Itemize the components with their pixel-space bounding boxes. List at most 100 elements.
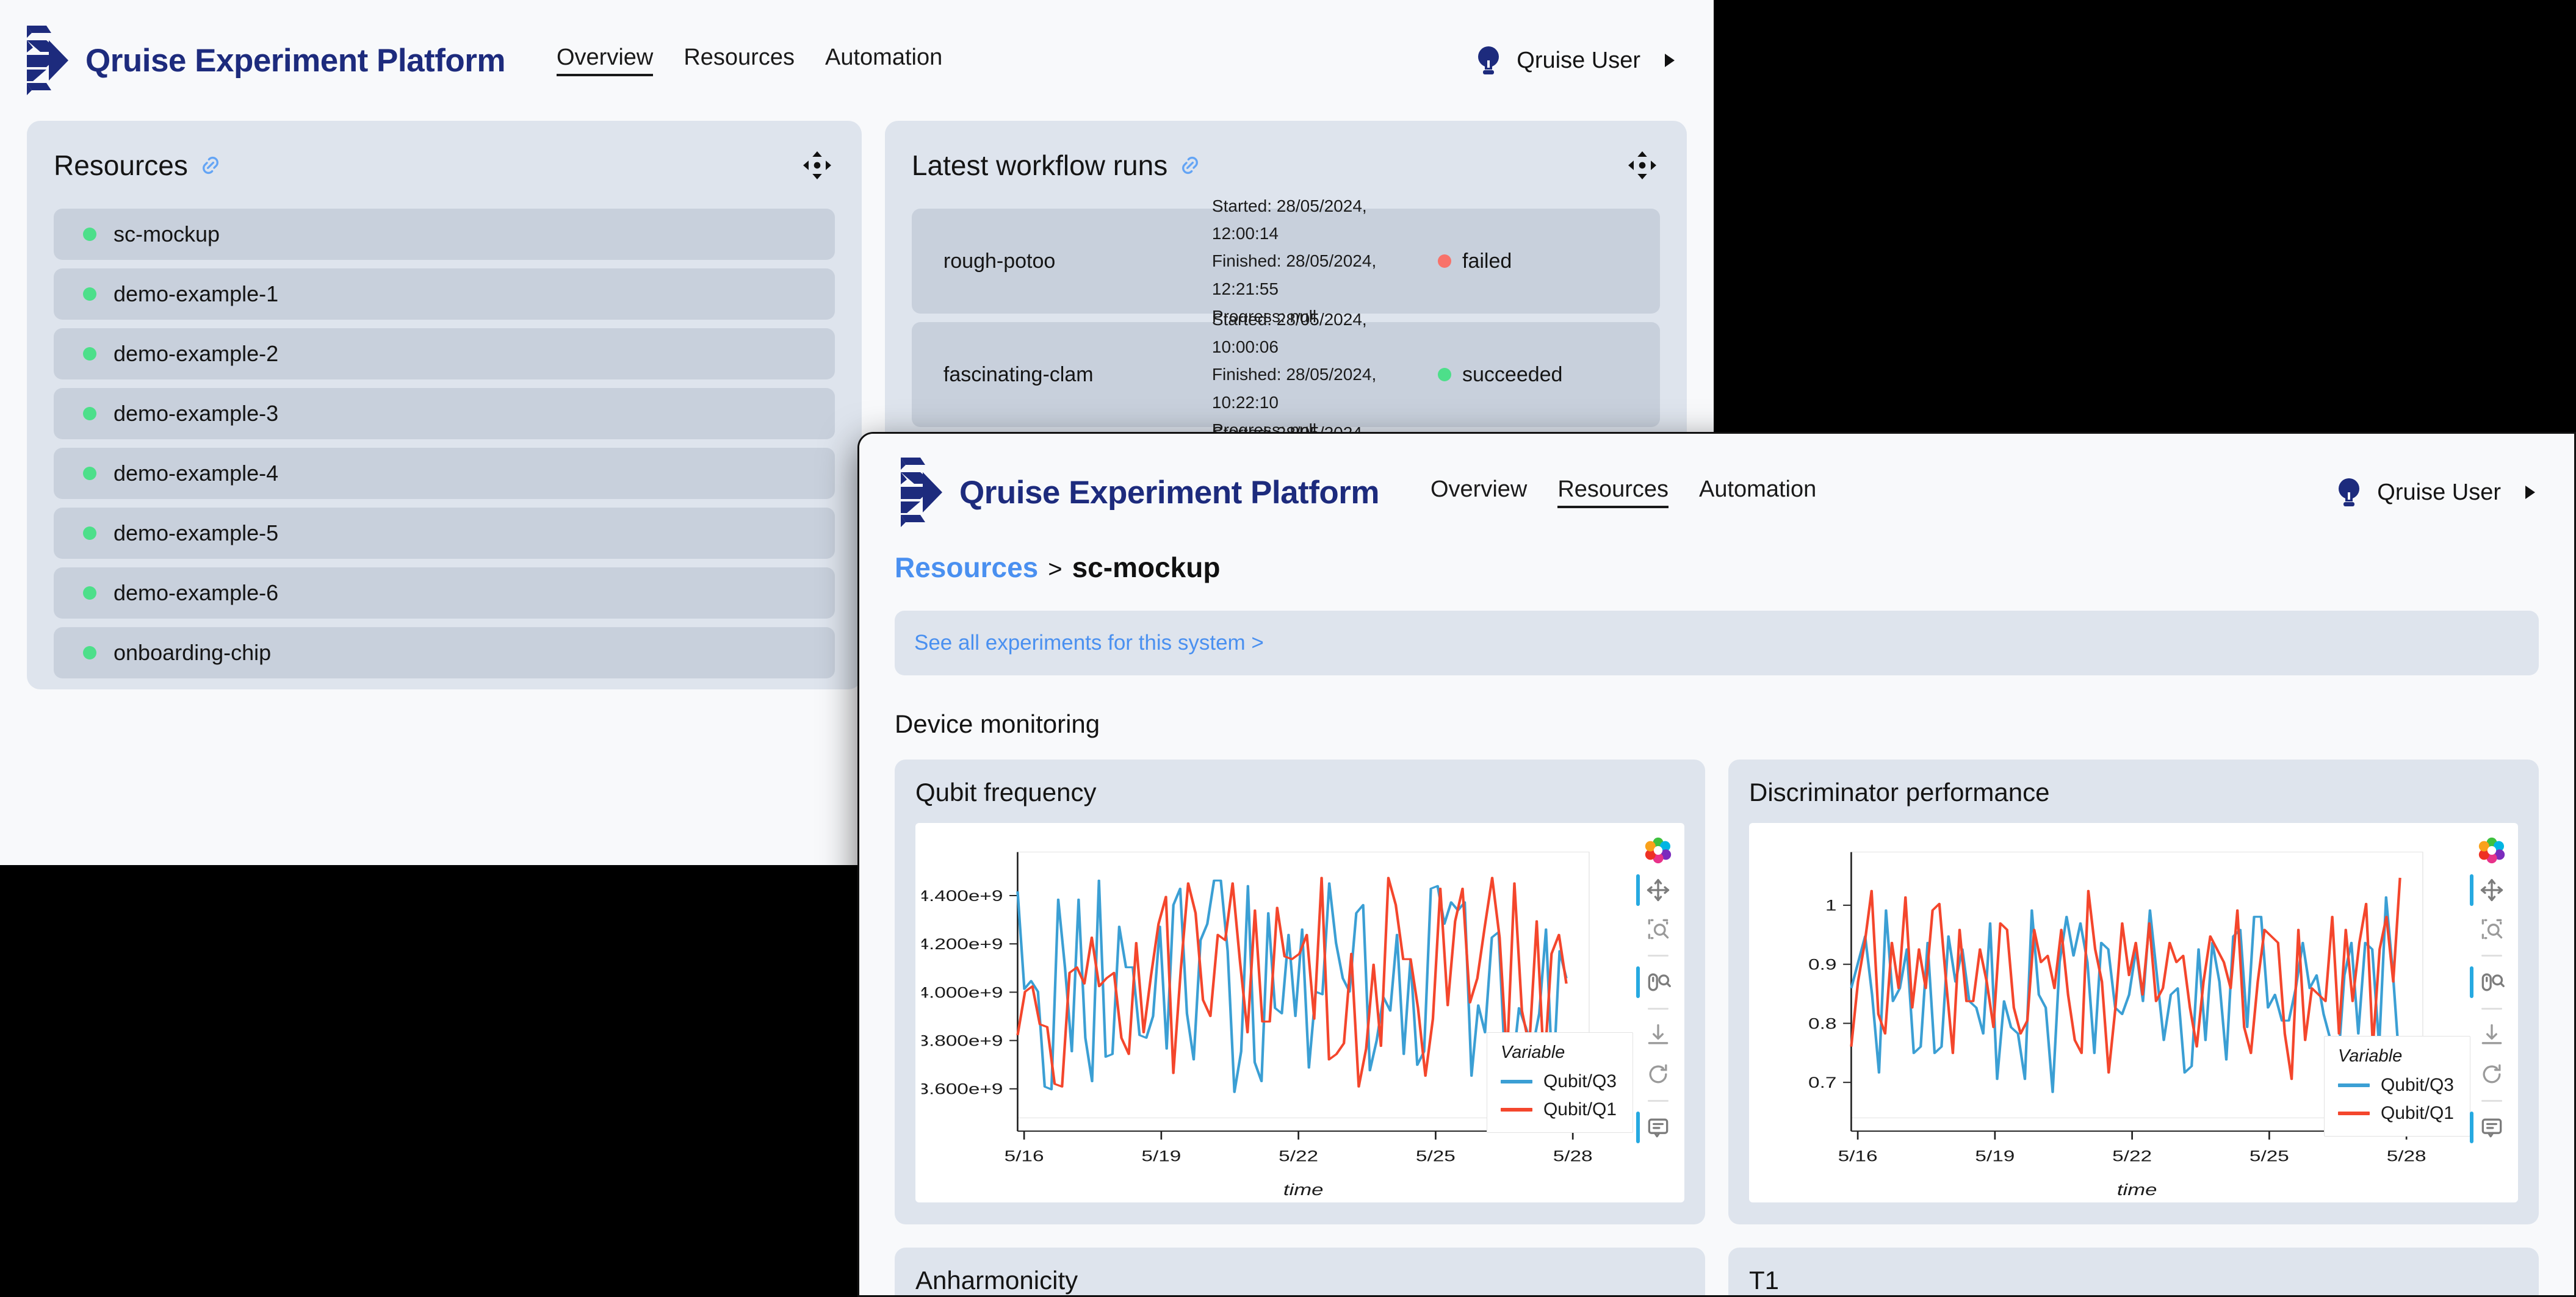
list-item[interactable]: demo-example-2 xyxy=(54,328,835,379)
chart-legend[interactable]: Variable Qubit/Q3 Qubit/Q1 xyxy=(1486,1032,1633,1133)
main-nav: Overview Resources Automation xyxy=(556,45,942,76)
list-item[interactable]: sc-mockup xyxy=(54,209,835,260)
move-handle-icon[interactable] xyxy=(1625,148,1660,183)
resource-label: sc-mockup xyxy=(114,221,220,246)
resource-label: onboarding-chip xyxy=(114,640,272,665)
status-dot xyxy=(83,467,96,480)
hover-tool-icon[interactable] xyxy=(2470,1112,2505,1143)
list-item[interactable]: demo-example-4 xyxy=(54,448,835,499)
hover-tool-icon[interactable] xyxy=(1636,1112,1672,1143)
legend-swatch-q1 xyxy=(1500,1108,1532,1112)
svg-text:1: 1 xyxy=(1825,897,1837,914)
pan-tool-icon[interactable] xyxy=(1636,874,1672,906)
plot-svg: 0.7 0.8 0.9 1 5/16 5/19 5/22 5/25 5/28 time xyxy=(1808,852,2426,1196)
brand-title: Qruise Experiment Platform xyxy=(85,42,505,79)
legend-entry[interactable]: Qubit/Q1 xyxy=(1500,1099,1617,1120)
device-monitoring-grid: Qubit frequency 3.600e+9 3.800e+9 4.000e+9… xyxy=(895,760,2539,1295)
status-dot xyxy=(83,646,96,659)
see-all-experiments-link[interactable]: See all experiments for this system > xyxy=(914,631,1264,655)
svg-text:0.8: 0.8 xyxy=(1808,1015,1836,1032)
plot-area[interactable]: 3.600e+9 3.800e+9 4.000e+9 4.200e+9 4.400e+9… xyxy=(922,834,1638,1196)
svg-text:5/25: 5/25 xyxy=(2249,1148,2289,1165)
workflow-runs-panel-header: Latest workflow runs xyxy=(912,148,1660,183)
user-name: Qruise User xyxy=(1517,47,1640,73)
list-item[interactable]: demo-example-6 xyxy=(54,567,835,619)
caret-right-icon xyxy=(2525,486,2535,499)
status-dot xyxy=(1438,254,1451,268)
nav-item-automation[interactable]: Automation xyxy=(825,45,942,76)
chart-card-qubit-frequency: Qubit frequency 3.600e+9 3.800e+9 4.000e+9… xyxy=(895,760,1705,1224)
status-dot xyxy=(1438,368,1451,381)
svg-text:0.9: 0.9 xyxy=(1808,957,1836,974)
list-item[interactable]: onboarding-chip xyxy=(54,627,835,678)
wheel-zoom-tool-icon[interactable] xyxy=(1636,966,1672,998)
status-dot xyxy=(83,228,96,241)
bokeh-logo-icon[interactable] xyxy=(2478,836,2506,864)
breadcrumb-resources-link[interactable]: Resources xyxy=(895,551,1038,584)
resources-list: sc-mockup demo-example-1 demo-example-2 … xyxy=(54,209,835,678)
box-zoom-tool-icon[interactable] xyxy=(1645,916,1672,943)
wheel-zoom-tool-icon[interactable] xyxy=(2470,966,2505,998)
nav-item-resources[interactable]: Resources xyxy=(684,45,795,76)
table-row[interactable]: fascinating-clam Started: 28/05/2024, 10… xyxy=(911,310,1660,439)
plot-shell[interactable]: 3.600e+9 3.800e+9 4.000e+9 4.200e+9 4.400e+9… xyxy=(915,823,1684,1202)
status-dot xyxy=(83,586,96,600)
lightbulb-icon xyxy=(1478,46,1499,74)
main-nav: Overview Resources Automation xyxy=(1431,476,1816,508)
chart-title: T1 xyxy=(1749,1266,1780,1295)
list-item[interactable]: demo-example-1 xyxy=(54,268,835,320)
move-handle-icon[interactable] xyxy=(799,148,835,183)
chart-card-anharmonicity: Anharmonicity 4.000e+8 xyxy=(895,1248,1705,1295)
breadcrumb: Resources > sc-mockup xyxy=(895,551,2539,584)
svg-text:0.7: 0.7 xyxy=(1808,1074,1836,1091)
svg-text:time: time xyxy=(1283,1181,1324,1196)
run-started: Started: 28/05/2024, 10:00:06 xyxy=(1211,309,1367,356)
overview-topbar: Qruise Experiment Platform Overview Reso… xyxy=(0,0,1714,121)
brand[interactable]: Qruise Experiment Platform xyxy=(22,24,505,96)
reset-tool-icon[interactable] xyxy=(1645,1061,1672,1088)
save-tool-icon[interactable] xyxy=(1645,1022,1672,1049)
legend-label: Qubit/Q3 xyxy=(2380,1075,2454,1095)
table-row[interactable]: rough-potoo Started: 28/05/2024, 12:00:1… xyxy=(911,196,1660,326)
reset-tool-icon[interactable] xyxy=(2478,1061,2505,1088)
nav-item-automation[interactable]: Automation xyxy=(1699,476,1816,508)
bokeh-logo-icon[interactable] xyxy=(1644,836,1672,864)
svg-text:3.600e+9: 3.600e+9 xyxy=(922,1081,1003,1098)
plot-shell[interactable]: 0.7 0.8 0.9 1 5/16 5/19 5/22 5/25 5/28 time Varia… xyxy=(1749,823,2518,1202)
brand[interactable]: Qruise Experiment Platform xyxy=(896,456,1379,528)
svg-text:5/28: 5/28 xyxy=(2387,1148,2426,1165)
list-item[interactable]: demo-example-3 xyxy=(54,388,835,439)
box-zoom-tool-icon[interactable] xyxy=(2478,916,2505,943)
nav-item-resources[interactable]: Resources xyxy=(1557,476,1669,508)
list-item[interactable]: demo-example-5 xyxy=(54,508,835,559)
plot-area[interactable]: 0.7 0.8 0.9 1 5/16 5/19 5/22 5/25 5/28 time Varia… xyxy=(1755,834,2472,1196)
svg-text:4.200e+9: 4.200e+9 xyxy=(922,936,1003,953)
nav-item-overview[interactable]: Overview xyxy=(556,45,654,76)
user-menu[interactable]: Qruise User xyxy=(1475,45,1675,76)
svg-text:time: time xyxy=(2117,1181,2157,1196)
qruise-chevron-logo-icon xyxy=(901,458,942,527)
resource-label: demo-example-2 xyxy=(114,341,279,366)
chart-legend[interactable]: Variable Qubit/Q3 Qubit/Q1 xyxy=(2323,1036,2470,1137)
legend-entry[interactable]: Qubit/Q3 xyxy=(2337,1075,2454,1096)
plot-svg: 3.600e+9 3.800e+9 4.000e+9 4.200e+9 4.400e+9… xyxy=(922,852,1593,1196)
svg-text:4.000e+9: 4.000e+9 xyxy=(922,984,1003,1001)
legend-label: Qubit/Q1 xyxy=(2380,1103,2454,1123)
legend-entry[interactable]: Qubit/Q1 xyxy=(2337,1103,2454,1124)
chart-title: Qubit frequency xyxy=(915,778,1097,807)
resource-detail-window: Qruise Experiment Platform Overview Reso… xyxy=(857,432,2576,1297)
status-badge: failed xyxy=(1438,250,1633,273)
bokeh-toolbar xyxy=(2470,834,2512,1196)
run-finished: Finished: 28/05/2024, 12:21:55 xyxy=(1211,251,1377,298)
link-icon[interactable] xyxy=(1177,153,1203,178)
user-menu[interactable]: Qruise User xyxy=(2336,476,2535,508)
resource-label: demo-example-5 xyxy=(114,520,279,545)
link-icon[interactable] xyxy=(198,153,223,178)
nav-item-overview[interactable]: Overview xyxy=(1431,476,1527,508)
save-tool-icon[interactable] xyxy=(2478,1022,2505,1049)
breadcrumb-separator: > xyxy=(1048,556,1063,583)
legend-entry[interactable]: Qubit/Q3 xyxy=(1500,1071,1617,1092)
pan-tool-icon[interactable] xyxy=(2470,874,2505,906)
status-dot xyxy=(83,526,96,540)
status-label: succeeded xyxy=(1462,362,1563,386)
